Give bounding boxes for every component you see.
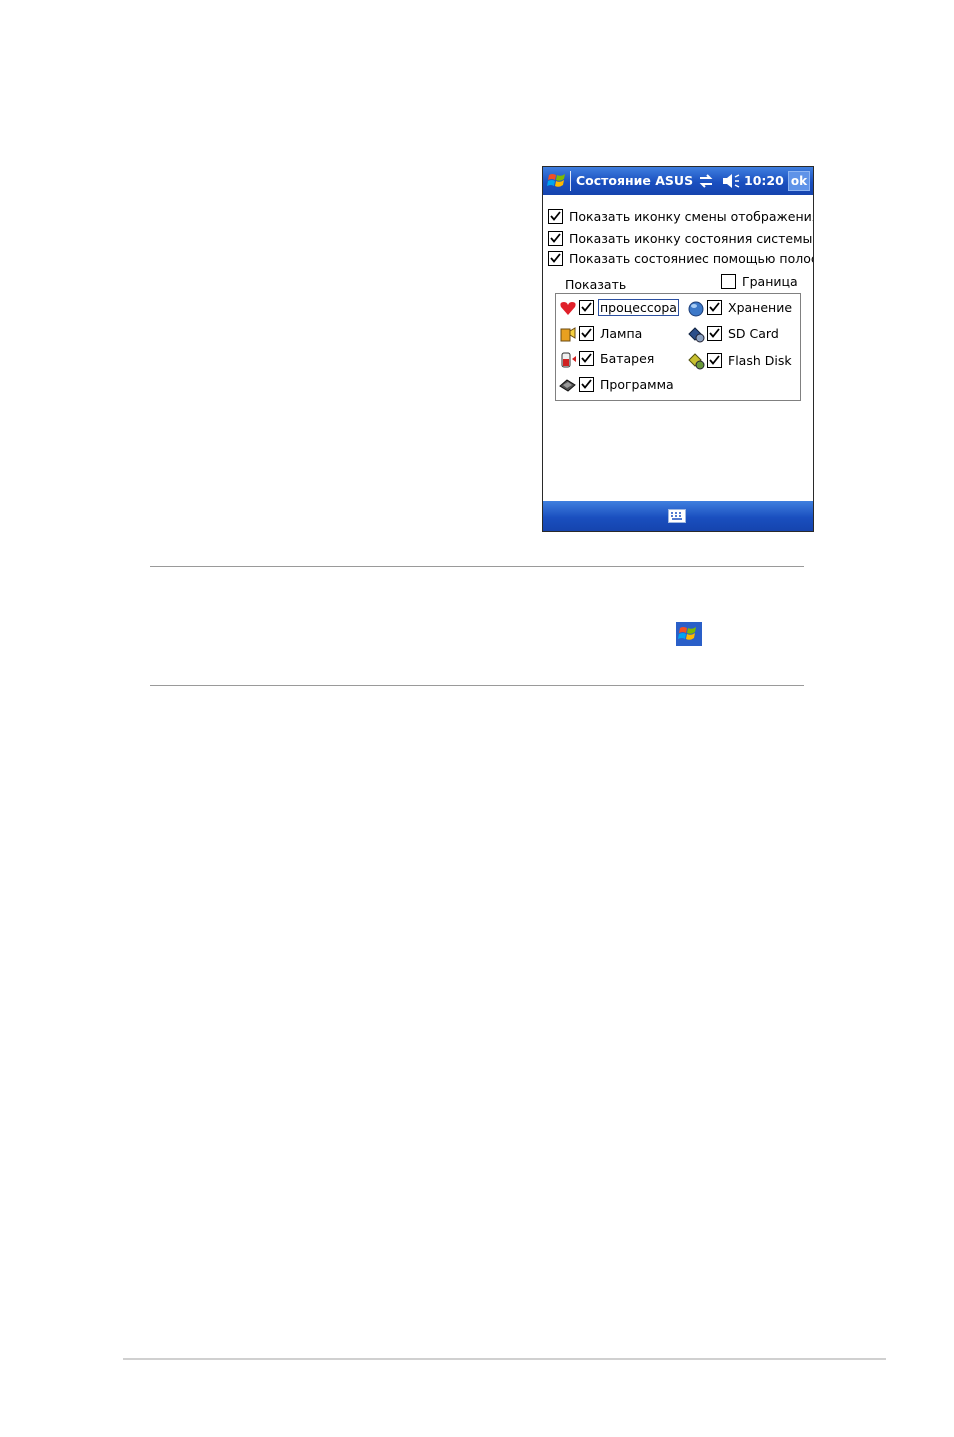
note-top-rule: [150, 566, 804, 567]
program-icon: [559, 379, 576, 392]
checkbox[interactable]: [579, 351, 594, 366]
window-title: Состояние ASUS: [576, 173, 694, 188]
battery-icon: [561, 352, 576, 368]
checkmark-icon: [550, 233, 561, 243]
item-label: Программа: [600, 377, 674, 392]
windows-start-icon: [676, 622, 702, 646]
checkbox[interactable]: [579, 326, 594, 341]
title-separator: [570, 171, 571, 191]
checkbox[interactable]: [707, 326, 722, 341]
checkbox[interactable]: [707, 300, 722, 315]
checkmark-icon: [581, 302, 592, 312]
checkmark-icon: [709, 328, 720, 338]
item-label: Лампа: [600, 326, 643, 341]
lamp-icon: [560, 327, 576, 342]
speaker-icon[interactable]: [722, 173, 740, 189]
option-label: Показать иконку смены отображения: [569, 209, 813, 224]
item-label: Хранение: [728, 300, 793, 315]
checkmark-icon: [581, 353, 592, 363]
show-group-label: Показать: [565, 277, 627, 292]
checkmark-icon: [709, 302, 720, 312]
note-bottom-rule: [150, 685, 804, 686]
pocket-pc-screen: Состояние ASUS 10:20 ok Показать иконку …: [542, 166, 814, 532]
checkmark-icon: [581, 328, 592, 338]
checkbox[interactable]: [548, 209, 563, 224]
title-bar: Состояние ASUS 10:20 ok: [543, 167, 813, 195]
border-label: Граница: [742, 274, 798, 289]
bottom-bar: [543, 501, 813, 531]
flash-disk-icon: [688, 353, 705, 370]
item-label: Flash Disk: [728, 353, 792, 368]
checkbox[interactable]: [707, 353, 722, 368]
checkbox[interactable]: [579, 300, 594, 315]
item-label: Батарея: [600, 351, 655, 366]
checkbox[interactable]: [548, 231, 563, 246]
ok-button[interactable]: ok: [788, 171, 810, 191]
footer-rule: [123, 1358, 886, 1360]
keyboard-icon[interactable]: [668, 509, 686, 523]
checkmark-icon: [581, 379, 592, 389]
option-label: Показать иконку состояния системы: [569, 231, 813, 246]
sd-card-icon: [688, 327, 705, 343]
sync-icon[interactable]: [698, 173, 714, 189]
show-group-box: процессора Хранение Лампа SD Card Батаре…: [555, 293, 801, 401]
storage-icon: [688, 301, 704, 317]
heart-icon: [560, 302, 576, 315]
clock[interactable]: 10:20: [744, 173, 784, 188]
checkmark-icon: [709, 355, 720, 365]
checkmark-icon: [550, 211, 561, 221]
option-label: Показать состояниес помощью полос: [569, 251, 813, 266]
checkmark-icon: [550, 253, 561, 263]
border-checkbox[interactable]: [721, 274, 736, 289]
checkbox[interactable]: [579, 377, 594, 392]
item-label: SD Card: [728, 326, 779, 341]
item-label: процессора: [598, 299, 679, 316]
windows-start-icon[interactable]: [546, 170, 568, 192]
checkbox[interactable]: [548, 251, 563, 266]
